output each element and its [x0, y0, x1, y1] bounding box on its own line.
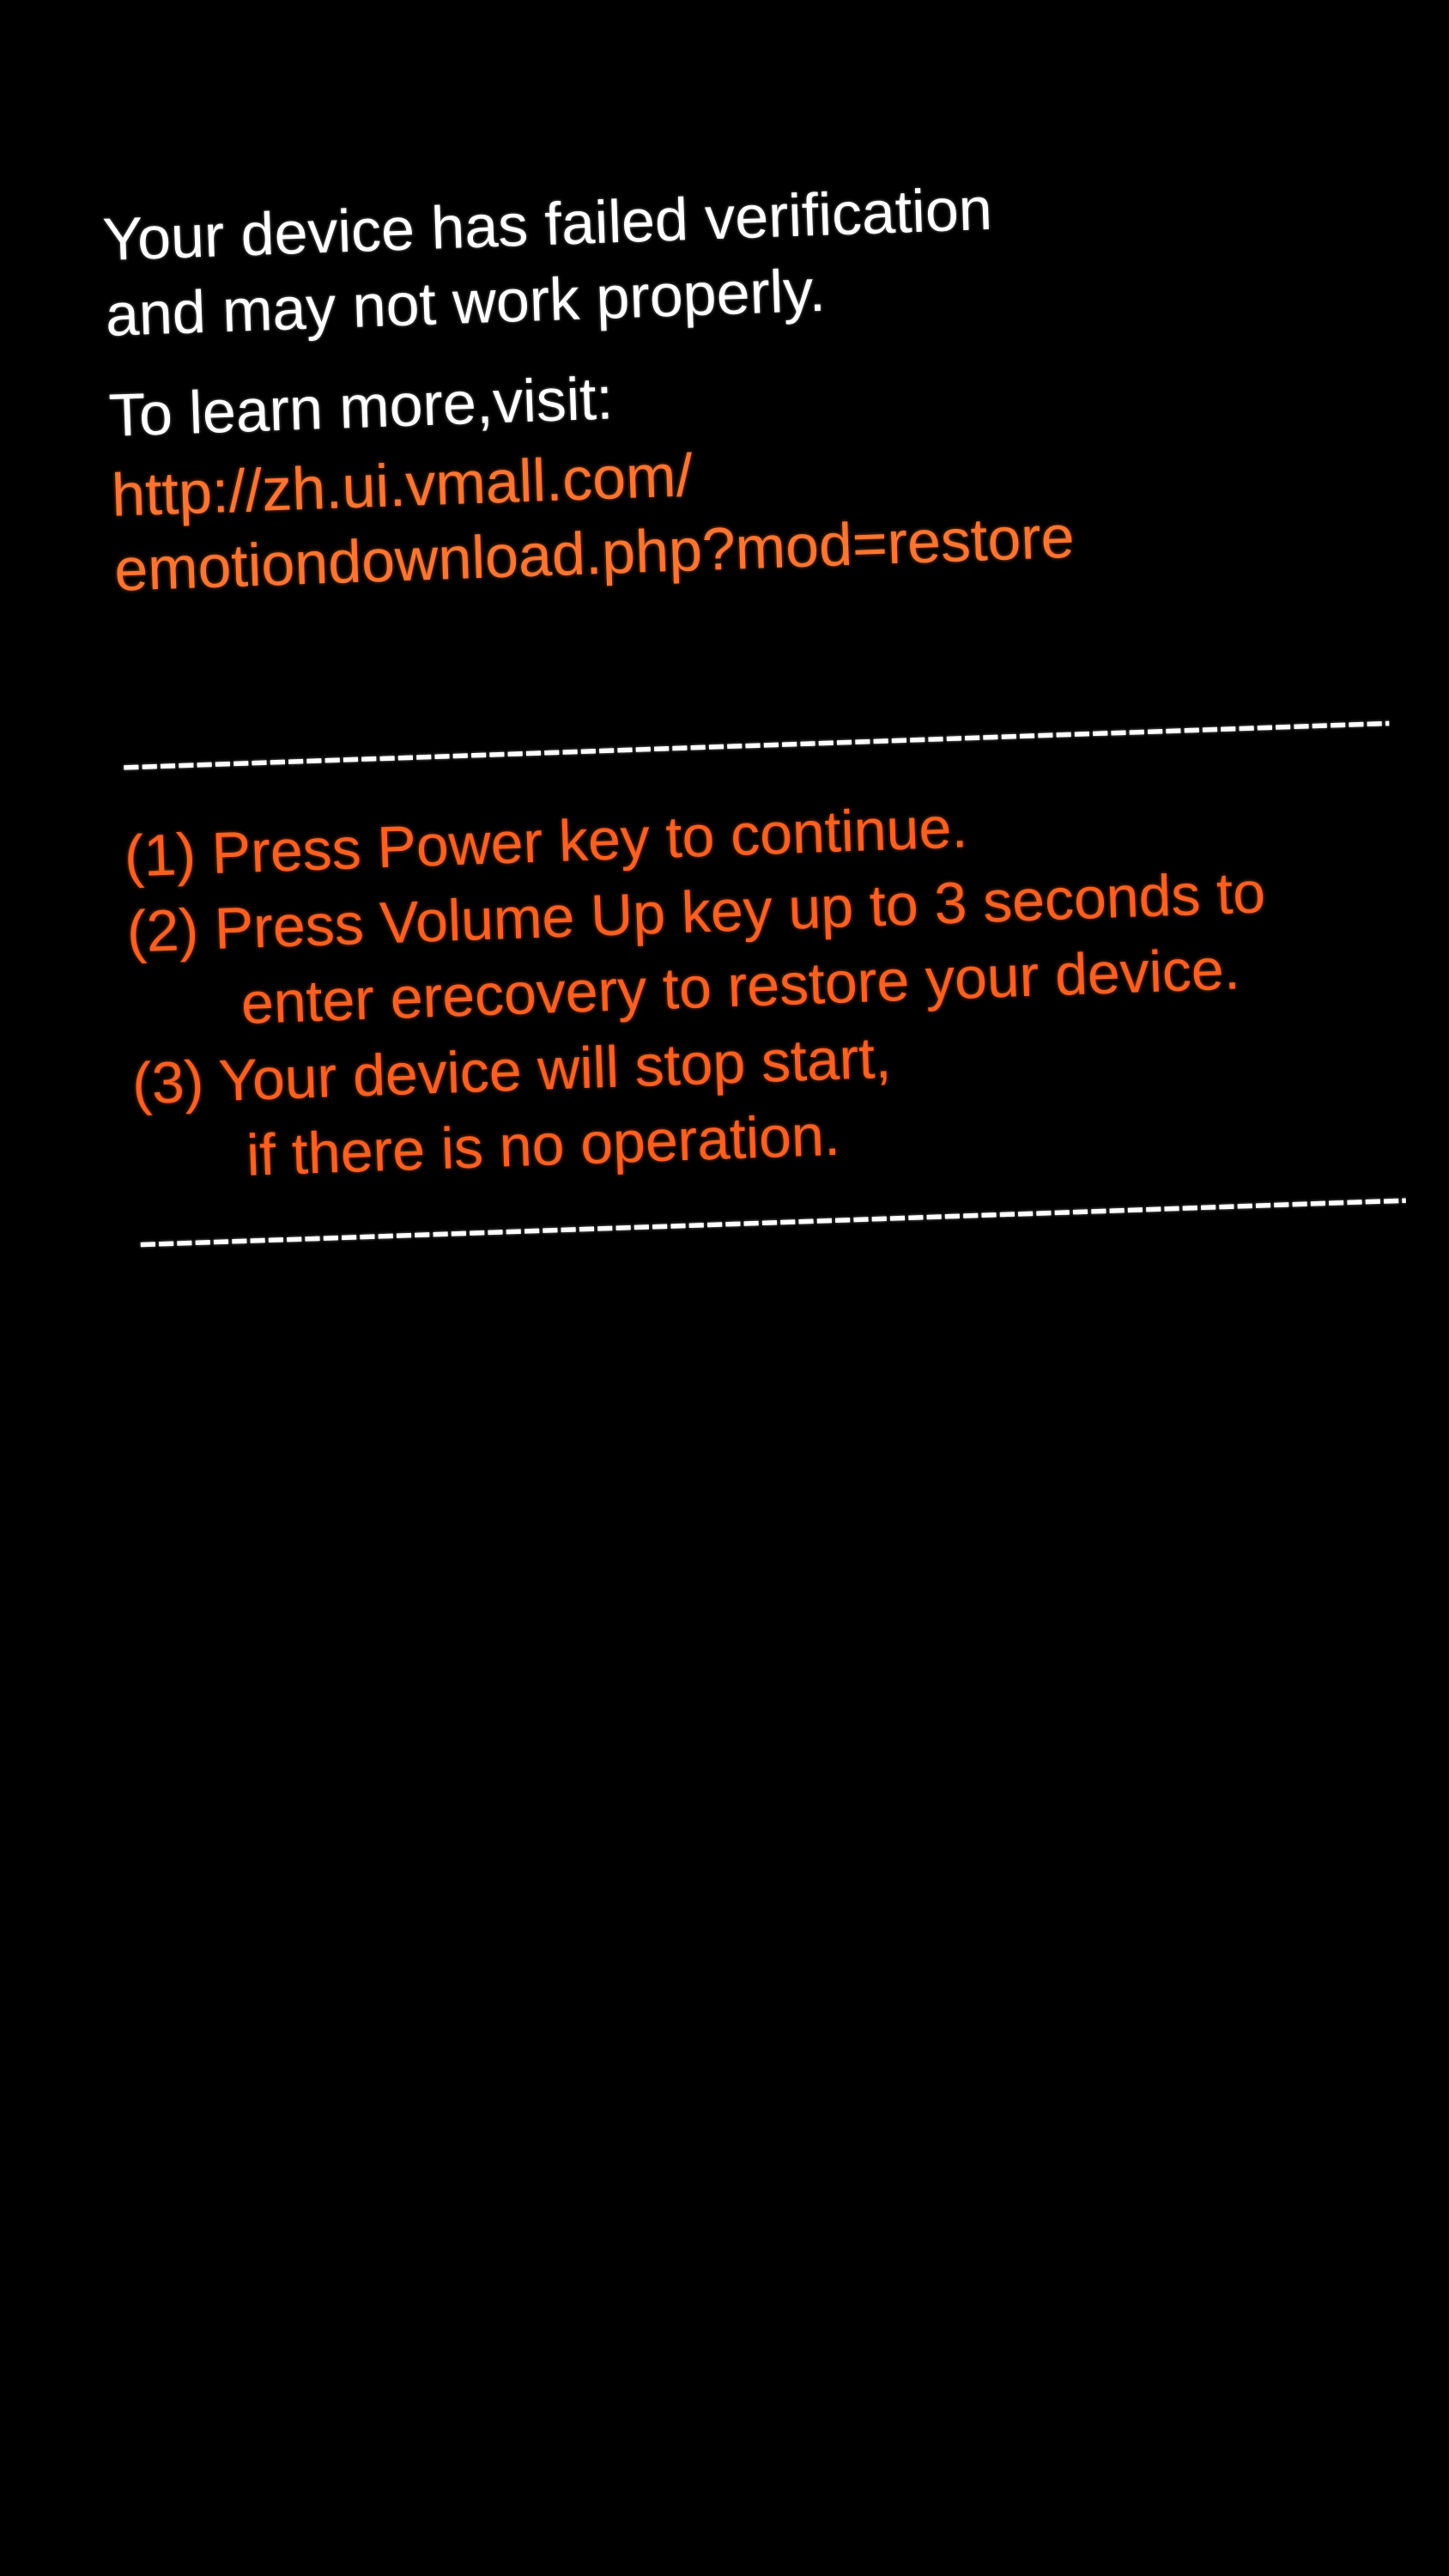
- instructions-list: (1) Press Power key to continue. (2) Pre…: [123, 774, 1404, 1197]
- bootloader-warning-screen: Your device has failed verification and …: [0, 0, 1449, 1279]
- verification-error-message: Your device has failed verification and …: [101, 158, 1374, 352]
